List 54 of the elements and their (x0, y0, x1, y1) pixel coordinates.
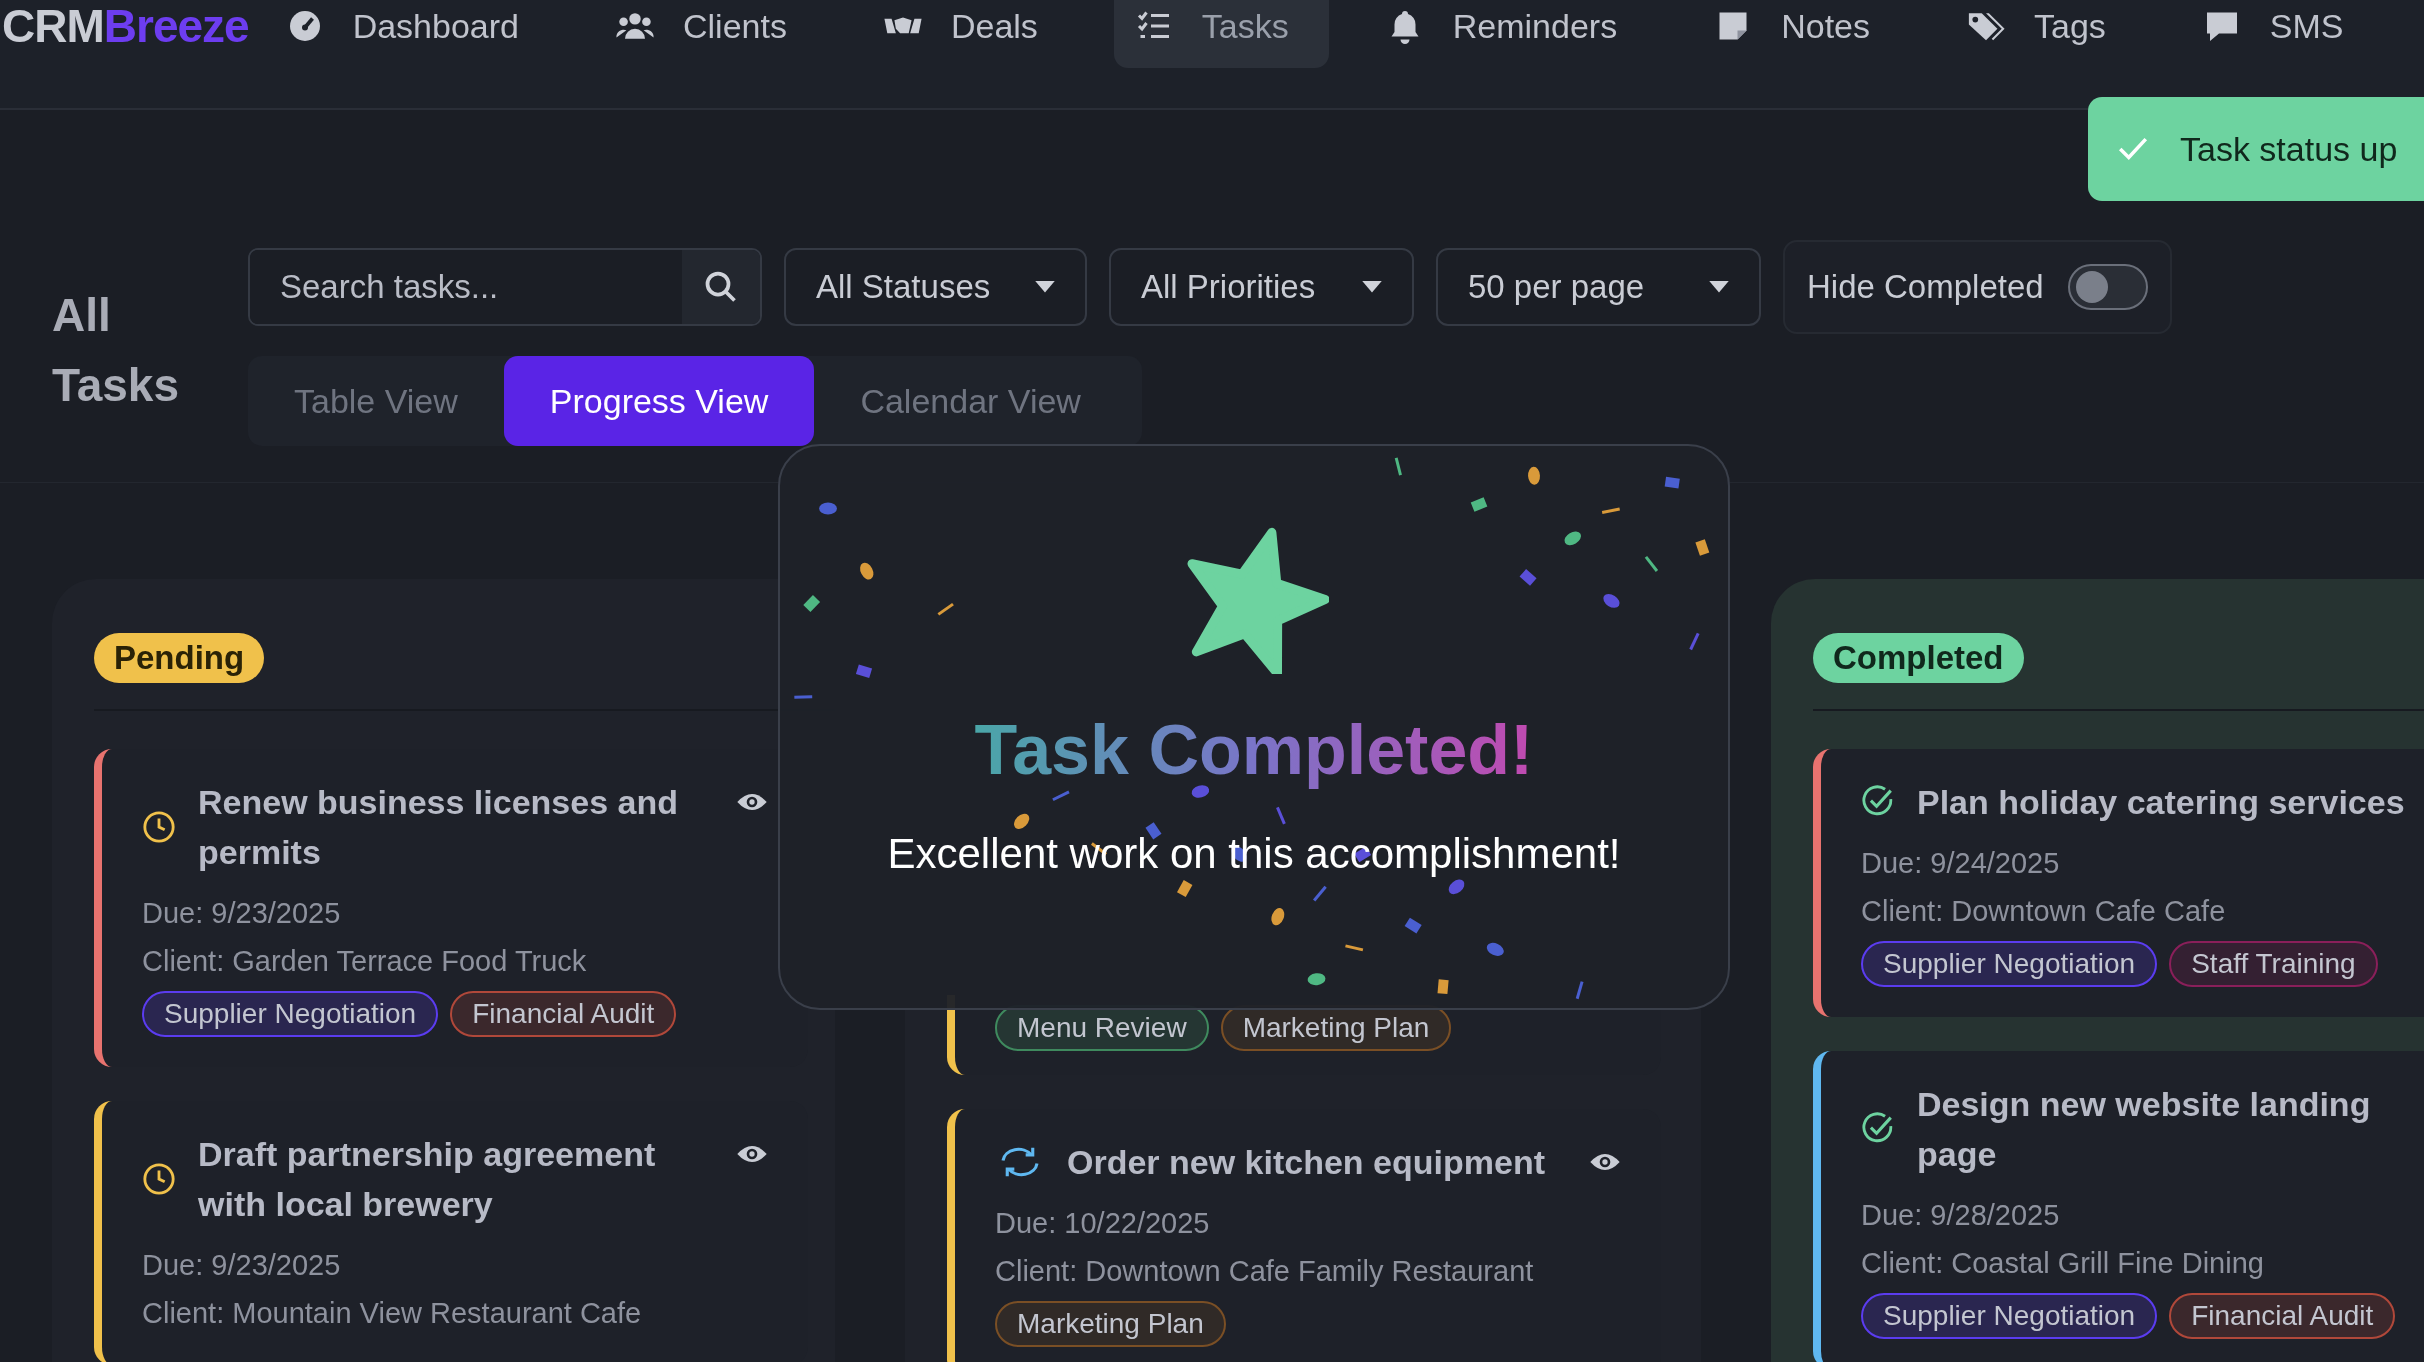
task-card[interactable]: Design new website landing page Due: 9/28/2025 Client: Coastal Grill Fine Dining Supplier Negotiation Financial Audit (1813, 1051, 2424, 1362)
client-name: Client: Mountain View Restaurant Cafe (142, 1296, 643, 1331)
status-badge: Completed (1813, 633, 2024, 683)
tag: Supplier Negotiation (1861, 1293, 2158, 1339)
eye-icon[interactable] (736, 791, 768, 813)
eye-icon[interactable] (736, 1143, 768, 1165)
client-name: Client: Downtown Cafe Cafe (1861, 894, 2227, 929)
nav-item[interactable]: Tasks (1113, 0, 1329, 68)
caret-icon (1709, 280, 1729, 294)
tag: Financial Audit (2169, 1293, 2396, 1339)
toast-message: Task status up (2180, 129, 2398, 169)
tag: Marketing Plan (995, 1301, 1226, 1347)
task-title: Design new website landing page (1917, 1084, 2372, 1175)
tag: Supplier Negotiation (1861, 941, 2158, 987)
tag: Supplier Negotiation (142, 991, 439, 1037)
caret-icon (1035, 280, 1055, 294)
eye-icon[interactable] (1589, 1151, 1621, 1173)
status-badge: Pending (94, 633, 265, 683)
client-name: Client: Downtown Cafe Family Restaurant (995, 1254, 1535, 1289)
nav-item[interactable]: Tags (1946, 0, 2146, 68)
tag: Staff Training (2169, 941, 2378, 987)
client-name: Client: Garden Terrace Food Truck (142, 944, 588, 979)
filter-dropdown[interactable]: 50 per page (1436, 248, 1761, 326)
toggle-switch[interactable] (2067, 264, 2148, 310)
due-date: Due: 9/28/2025 (1861, 1198, 2061, 1233)
due-date: Due: 9/24/2025 (1861, 846, 2061, 881)
search-field[interactable]: Search tasks... (248, 248, 762, 326)
search-button[interactable] (682, 250, 760, 324)
nav-item[interactable]: Deals (862, 0, 1078, 68)
due-date: Due: 9/23/2025 (142, 896, 342, 931)
task-title: Draft partnership agreement with local brewery (198, 1134, 657, 1225)
task-card[interactable]: Plan holiday catering services Due: 9/24/2025 Client: Downtown Cafe Cafe Supplier Negotiation Staff Training (1813, 749, 2424, 1017)
due-date: Due: 10/22/2025 (995, 1206, 1211, 1241)
nav-item[interactable]: SMS (2181, 0, 2384, 68)
clock-icon (142, 1162, 176, 1196)
dialog-message: Excellent work on this accomplishment! (887, 830, 1621, 878)
tag: Financial Audit (450, 991, 677, 1037)
page-title: All Tasks (52, 288, 181, 413)
filter-dropdown[interactable]: All Statuses (784, 248, 1087, 326)
nav-item[interactable]: Dashboard (284, 0, 559, 68)
nav-item[interactable]: Notes (1693, 0, 1910, 68)
toggle-label: Hide Completed (1807, 268, 2044, 306)
view-tab[interactable]: Progress View (503, 356, 815, 446)
task-title: Renew business licenses and permits (198, 782, 679, 873)
clock-icon (142, 810, 176, 844)
client-name: Client: Coastal Grill Fine Dining (1861, 1246, 2265, 1281)
task-title: Plan holiday catering services (1917, 782, 2406, 823)
due-date: Due: 9/23/2025 (142, 1248, 342, 1283)
nav-item[interactable]: Reminders (1364, 0, 1658, 68)
logo[interactable]: CRMBreeze (2, 0, 249, 52)
caret-icon (1362, 280, 1382, 294)
nav-item[interactable]: Clients (595, 0, 827, 68)
task-title: Order new kitchen equipment (1067, 1142, 1546, 1183)
filter-dropdown[interactable]: All Priorities (1109, 248, 1414, 326)
